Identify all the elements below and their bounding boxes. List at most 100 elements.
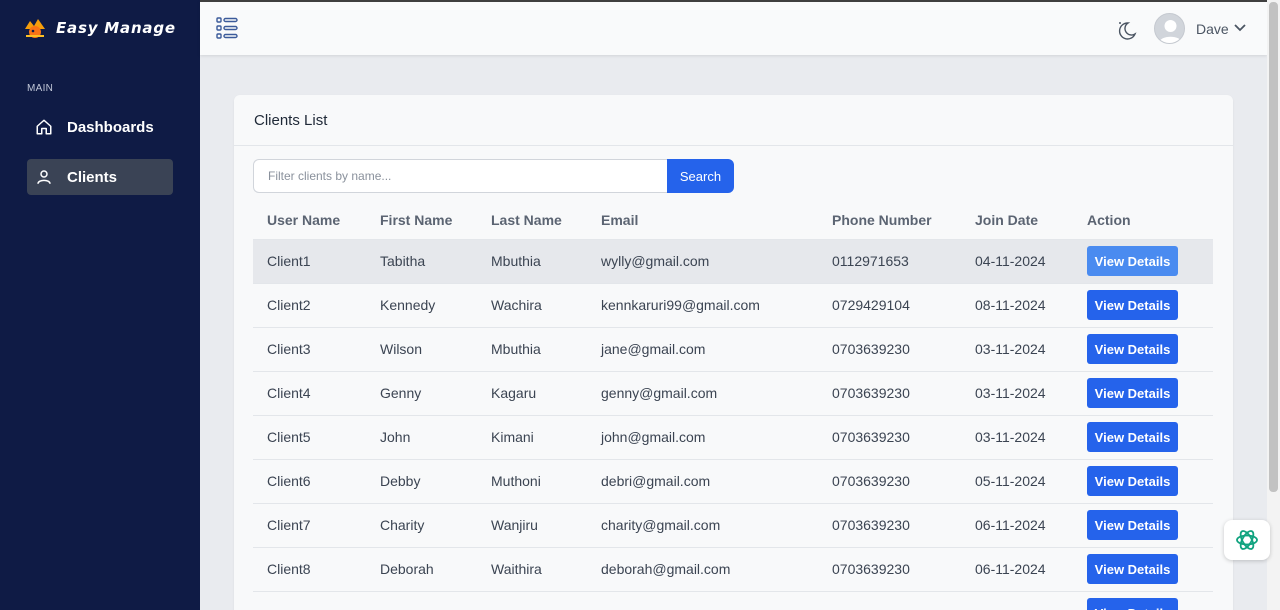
cell-email: john@gmail.com [587,414,818,459]
table-row[interactable]: Client8 Deborah Waithira deborah@gmail.c… [253,546,1213,591]
card-header: Clients List [234,95,1233,146]
cell-first-name: Wilson [366,326,477,371]
sidebar-section-label: MAIN [27,83,54,94]
cell-first-name: Genny [366,370,477,415]
search-button[interactable]: Search [667,159,734,193]
assistant-icon [1236,530,1258,550]
cell-last-name: Mbuthia [477,326,587,371]
search-input[interactable] [253,159,667,193]
cell-email: deborah@gmail.com [587,546,818,591]
table-row[interactable]: Client3 Wilson Mbuthia jane@gmail.com 07… [253,326,1213,371]
column-header: User Name [267,211,341,228]
brand-name: Easy Manage [56,19,176,37]
view-details-button[interactable]: View Details [1087,510,1178,540]
view-details-button[interactable]: View Details [1087,378,1178,408]
view-details-button[interactable]: View Details [1087,554,1178,584]
page-scrollbar[interactable] [1267,0,1280,610]
cell-first-name: John [366,414,477,459]
table-row[interactable]: Client1 Tabitha Mbuthia wylly@gmail.com … [253,238,1213,283]
table-row[interactable]: Client5 John Kimani john@gmail.com 07036… [253,414,1213,459]
cell-phone: 0703639230 [818,458,961,503]
clients-table: User Name First Name Last Name Email Pho… [253,201,1213,610]
cell-first-name: Kennedy [366,282,477,327]
cell-last-name: Kimani [477,414,587,459]
cell-action: View Details [1073,370,1213,415]
cell-last-name: Kagaru [477,370,587,415]
cell-last-name [477,590,587,610]
brand[interactable]: Easy Manage [0,0,200,56]
cell-email [587,590,818,610]
cell-username: Client3 [253,326,366,371]
table-row[interactable]: View Details [253,590,1213,610]
cell-username: Client1 [253,238,366,283]
view-details-button[interactable]: View Details [1087,246,1178,276]
view-details-button[interactable]: View Details [1087,422,1178,452]
home-icon [36,119,52,135]
cell-join-date: 03-11-2024 [961,370,1073,415]
avatar[interactable] [1154,13,1185,44]
moon-icon[interactable] [1115,19,1137,41]
cell-join-date: 04-11-2024 [961,238,1073,283]
column-header: Action [1087,211,1131,228]
cell-last-name: Wanjiru [477,502,587,547]
user-icon [37,170,51,184]
cell-first-name: Tabitha [366,238,477,283]
cell-username: Client7 [253,502,366,547]
sidebar: Easy Manage MAIN Dashboards Clients [0,0,200,610]
cell-first-name: Charity [366,502,477,547]
cell-username: Client2 [253,282,366,327]
cell-last-name: Waithira [477,546,587,591]
table-row[interactable]: Client7 Charity Wanjiru charity@gmail.co… [253,502,1213,547]
clients-card: Clients List Search User Name First Name… [234,95,1233,610]
cell-action: View Details [1073,458,1213,503]
cell-join-date: 03-11-2024 [961,414,1073,459]
view-details-button[interactable]: View Details [1087,334,1178,364]
cell-email: kennkaruri99@gmail.com [587,282,818,327]
column-header: Last Name [491,211,562,228]
cell-action: View Details [1073,326,1213,371]
view-details-button[interactable]: View Details [1087,598,1178,610]
cell-email: jane@gmail.com [587,326,818,371]
cell-last-name: Wachira [477,282,587,327]
cell-join-date: 06-11-2024 [961,546,1073,591]
sidebar-item-clients[interactable]: Clients [27,159,173,195]
table-row[interactable]: Client2 Kennedy Wachira kennkaruri99@gma… [253,282,1213,327]
view-details-button[interactable]: View Details [1087,290,1178,320]
cell-first-name: Deborah [366,546,477,591]
sidebar-item-label: Clients [67,168,118,186]
cell-action: View Details [1073,414,1213,459]
sidebar-item-label: Dashboards [67,118,154,136]
sidebar-item-dashboards[interactable]: Dashboards [27,109,173,145]
assistant-widget-button[interactable] [1224,520,1270,560]
cell-join-date: 05-11-2024 [961,458,1073,503]
scrollbar-thumb[interactable] [1269,2,1278,492]
page-title: Clients List [254,112,328,129]
cell-username: Client8 [253,546,366,591]
table-row[interactable]: Client6 Debby Muthoni debri@gmail.com 07… [253,458,1213,503]
chevron-down-icon[interactable] [1234,23,1246,33]
cell-phone: 0703639230 [818,414,961,459]
cell-phone: 0703639230 [818,502,961,547]
cell-action: View Details [1073,238,1213,283]
cell-join-date: 08-11-2024 [961,282,1073,327]
table-row[interactable]: Client4 Genny Kagaru genny@gmail.com 070… [253,370,1213,415]
cell-join-date [961,590,1073,610]
view-details-button[interactable]: View Details [1087,466,1178,496]
column-header: Phone Number [832,211,932,228]
cell-phone [818,590,961,610]
search-bar: Search [253,159,734,193]
cell-phone: 0112971653 [818,238,961,283]
table-header-row: User Name First Name Last Name Email Pho… [253,201,1213,239]
cell-username: Client4 [253,370,366,415]
avatar-icon [1158,20,1183,43]
cell-action: View Details [1073,502,1213,547]
column-header: Email [601,211,639,228]
column-header: Join Date [975,211,1039,228]
user-name[interactable]: Dave [1196,21,1229,37]
cell-phone: 0703639230 [818,326,961,371]
menu-toggle-icon[interactable] [216,17,238,39]
brand-logo-icon [22,15,48,41]
cell-email: wylly@gmail.com [587,238,818,283]
cell-action: View Details [1073,546,1213,591]
cell-phone: 0729429104 [818,282,961,327]
